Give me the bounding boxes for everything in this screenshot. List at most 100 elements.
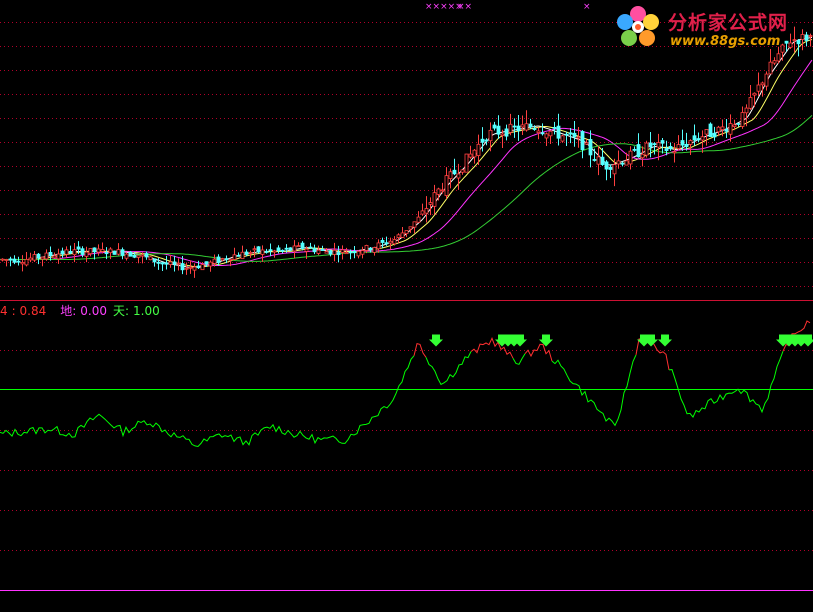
candle-body bbox=[596, 156, 601, 165]
candle-body bbox=[56, 253, 61, 260]
candle-body bbox=[304, 248, 309, 252]
candle-body bbox=[700, 136, 705, 141]
candle-body bbox=[704, 129, 709, 135]
candle-body bbox=[716, 126, 721, 133]
candle-body bbox=[164, 262, 169, 265]
candle-body bbox=[4, 259, 9, 261]
oscillator-line-segment bbox=[0, 355, 415, 448]
candle-body bbox=[256, 246, 261, 253]
candle-body bbox=[688, 140, 693, 145]
candle-body bbox=[560, 135, 565, 142]
candle-body bbox=[536, 130, 541, 134]
candle-body bbox=[480, 138, 485, 143]
candle-body bbox=[508, 123, 513, 133]
candle-body bbox=[584, 142, 589, 145]
candle-body bbox=[672, 151, 677, 154]
candle-body bbox=[636, 144, 641, 158]
candle-body bbox=[276, 247, 281, 252]
candle-body bbox=[188, 266, 193, 269]
candle-body bbox=[20, 262, 25, 265]
candle-body bbox=[712, 132, 717, 138]
candle-body bbox=[100, 249, 105, 252]
candle-body bbox=[772, 60, 777, 64]
candle-body bbox=[180, 263, 185, 271]
candle-body bbox=[640, 153, 645, 159]
candle-body bbox=[36, 253, 41, 259]
candle-body bbox=[532, 128, 537, 130]
candle-body bbox=[152, 258, 157, 263]
candle-body bbox=[696, 138, 701, 141]
candle-body bbox=[732, 124, 737, 127]
candle-body bbox=[268, 249, 273, 252]
candle-body bbox=[60, 250, 65, 255]
candle-body bbox=[760, 82, 765, 86]
candle-body bbox=[192, 266, 197, 271]
candle-body bbox=[280, 249, 285, 252]
candle-body bbox=[608, 166, 613, 170]
candle-body bbox=[468, 153, 473, 158]
candle-body bbox=[680, 140, 685, 146]
candle-body bbox=[128, 251, 133, 257]
candle-body bbox=[360, 250, 365, 255]
candle-body bbox=[208, 261, 213, 267]
candle-body bbox=[308, 246, 313, 249]
candle-body bbox=[504, 128, 509, 137]
candle-body bbox=[160, 262, 165, 265]
legend-item-3-value: 1.00 bbox=[133, 304, 160, 318]
candle-body bbox=[176, 262, 181, 265]
candle-body bbox=[228, 258, 233, 261]
candle-body bbox=[232, 254, 237, 260]
candle-body bbox=[396, 234, 401, 239]
legend-item-2-label: 地: bbox=[60, 304, 77, 318]
candle-body bbox=[764, 73, 769, 87]
candle-body bbox=[320, 249, 325, 251]
candle-body bbox=[372, 247, 377, 253]
candle-body bbox=[400, 232, 405, 238]
candle-body bbox=[148, 256, 153, 261]
candle-body bbox=[12, 258, 17, 263]
candle-body bbox=[424, 208, 429, 214]
candle-body bbox=[68, 250, 73, 254]
candle-body bbox=[432, 192, 437, 207]
candle-body bbox=[288, 247, 293, 251]
top-signal-marks: ××××× ×× × bbox=[425, 2, 591, 12]
candle-body bbox=[64, 249, 69, 255]
candle-body bbox=[392, 239, 397, 245]
legend-item-1-value: : 0.84 bbox=[11, 304, 47, 318]
candle-body bbox=[444, 175, 449, 196]
candle-body bbox=[648, 142, 653, 148]
oscillator-overbought-segment bbox=[524, 343, 553, 362]
candle-body bbox=[136, 255, 141, 258]
candle-body bbox=[612, 164, 617, 175]
buy-arrow-icon bbox=[658, 334, 672, 347]
candle-body bbox=[476, 143, 481, 156]
candle-body bbox=[440, 189, 445, 192]
candle-body bbox=[388, 240, 393, 244]
candle-body bbox=[356, 250, 361, 257]
candle-body bbox=[140, 254, 145, 257]
indicator-legend: 4: 0.84 地: 0.00 天: 1.00 bbox=[0, 302, 164, 319]
candle-body bbox=[592, 159, 597, 161]
candle-body bbox=[572, 132, 577, 138]
candle-body bbox=[204, 261, 209, 265]
candle-body bbox=[660, 140, 665, 144]
candle-body bbox=[80, 248, 85, 255]
candle-body bbox=[624, 160, 629, 166]
candle-body bbox=[460, 169, 465, 173]
candle-body bbox=[756, 84, 761, 92]
candle-body bbox=[520, 124, 525, 128]
oscillator-line-segment bbox=[668, 351, 784, 419]
candle-body bbox=[516, 125, 521, 132]
candle-body bbox=[368, 247, 373, 251]
candle-body bbox=[512, 125, 517, 128]
buy-arrow-icon bbox=[429, 334, 443, 347]
candle-body bbox=[108, 248, 113, 254]
candle-body bbox=[576, 136, 581, 139]
candle-body bbox=[564, 133, 569, 136]
candle-body bbox=[332, 249, 337, 255]
candle-body bbox=[404, 230, 409, 234]
candle-body bbox=[600, 156, 605, 165]
candle-body bbox=[568, 132, 573, 135]
candle-body bbox=[340, 249, 345, 253]
candle-body bbox=[144, 253, 149, 258]
